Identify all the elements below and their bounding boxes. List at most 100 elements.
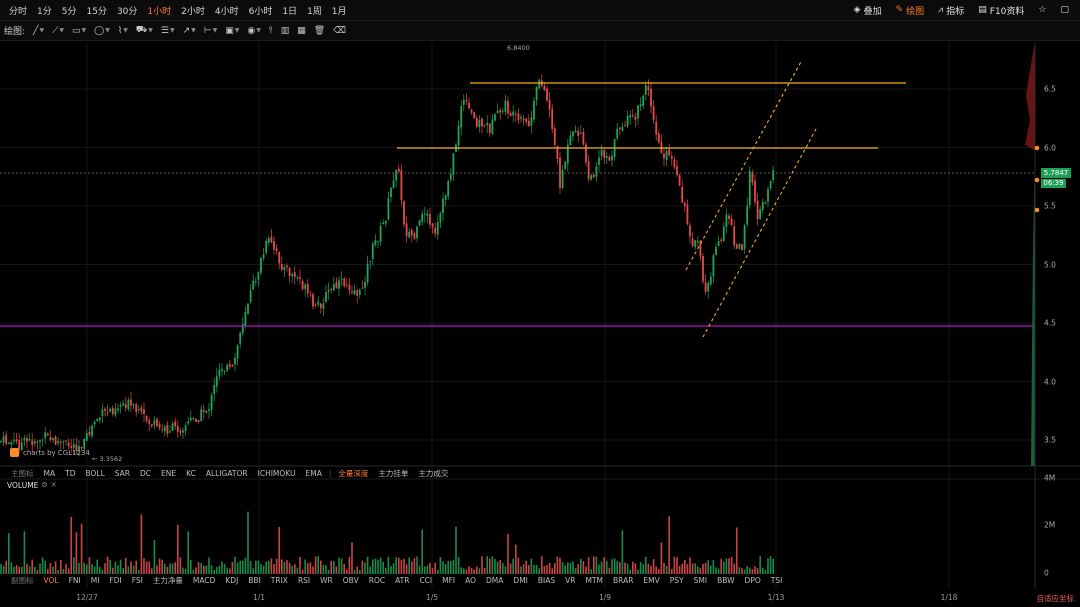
main-indicator-6[interactable]: ENE [156, 469, 181, 478]
price-tick: 4.5 [1044, 318, 1056, 328]
candle-body [473, 112, 476, 118]
sub-indicator-3[interactable]: MI [86, 576, 105, 585]
volume-bar [275, 558, 278, 574]
trendline-tool[interactable]: ╱ ▼ [29, 26, 48, 36]
sub-indicator-29[interactable]: DPO [740, 576, 766, 585]
arrow-tool[interactable]: ↗ ▼ [179, 26, 200, 36]
chart-type-tool[interactable]: ▥ [277, 26, 294, 36]
eraser-tool[interactable]: ⌫ [329, 26, 350, 36]
sub-indicator-5[interactable]: FSI [127, 576, 148, 585]
f10-button[interactable]: ▤ F10资料 [971, 4, 1031, 17]
candle-body [546, 88, 548, 101]
sub-indicator-15[interactable]: ATR [390, 576, 414, 585]
pattern-tool[interactable]: ⌇ ▼ [114, 26, 132, 36]
sub-indicator-10[interactable]: TRIX [266, 576, 293, 585]
sub-indicator-9[interactable]: BBI [243, 576, 266, 585]
sub-indicator-21[interactable]: BIAS [533, 576, 560, 585]
timeframe-3[interactable]: 15分 [81, 4, 111, 17]
magnet-tool[interactable]: ⫯ [265, 26, 277, 36]
timeframe-11[interactable]: 1月 [327, 4, 352, 17]
sub-indicator-30[interactable]: TSI [766, 576, 788, 585]
volume-bar [689, 557, 691, 574]
main-indicator-3[interactable]: BOLL [80, 469, 109, 478]
candle-body [527, 120, 530, 127]
visibility-tool[interactable]: ◉ ▼ [243, 26, 264, 36]
settings-icon[interactable]: ⚙ [41, 481, 47, 490]
document-icon: ▤ [978, 5, 987, 15]
sub-indicator-7[interactable]: MACD [188, 576, 220, 585]
ellipse-tool[interactable]: ◯ ▼ [90, 26, 114, 36]
volume-bar [762, 567, 764, 574]
sub-indicator-14[interactable]: ROC [364, 576, 390, 585]
timeframe-0[interactable]: 分时 [4, 4, 32, 17]
autoscale-button[interactable]: 自适应坐标 [1037, 593, 1075, 604]
sub-indicator-28[interactable]: BBW [712, 576, 739, 585]
sub-indicator-6[interactable]: 主力净量 [148, 575, 188, 586]
sub-indicator-20[interactable]: DMI [508, 576, 532, 585]
timeframe-4[interactable]: 30分 [112, 4, 142, 17]
sub-indicator-0[interactable]: 副图标 [6, 575, 39, 586]
main-indicator-2[interactable]: TD [60, 469, 80, 478]
timeframe-2[interactable]: 5分 [57, 4, 82, 17]
candle-body [304, 284, 307, 290]
delete-tool[interactable]: 🗑 [310, 26, 329, 36]
favorite-button[interactable]: ☆ [1031, 5, 1053, 15]
timeframe-1[interactable]: 1分 [32, 4, 57, 17]
ray-tool[interactable]: ⟋ ▼ [48, 26, 68, 36]
sub-indicator-2[interactable]: FNI [64, 576, 86, 585]
measure-tool[interactable]: ⊢ ▼ [200, 26, 221, 36]
main-indicator-8[interactable]: ALLIGATOR [201, 469, 253, 478]
sub-indicator-19[interactable]: DMA [481, 576, 508, 585]
timeframe-5[interactable]: 1小时 [142, 4, 176, 17]
volume-bar [210, 565, 213, 574]
date-axis[interactable]: 12/27 1/1 1/5 1/9 1/13 1/18 [0, 588, 1035, 607]
sub-indicator-26[interactable]: PSY [665, 576, 689, 585]
main-indicator-1[interactable]: MA [39, 469, 61, 478]
timeframe-7[interactable]: 4小时 [210, 4, 244, 17]
projection-tool[interactable]: ⛟ ▼ [132, 25, 157, 36]
sub-indicator-11[interactable]: RSI [293, 576, 315, 585]
sub-indicator-16[interactable]: CCI [414, 576, 437, 585]
sub-indicator-24[interactable]: BRAR [608, 576, 638, 585]
fibonacci-tool[interactable]: ☰ ▼ [157, 26, 179, 36]
candle-body [335, 282, 338, 288]
volume-bar [161, 559, 163, 574]
overlay-button[interactable]: ◈ 叠加 [847, 4, 889, 17]
sub-indicator-23[interactable]: MTM [580, 576, 608, 585]
sub-indicator-22[interactable]: VR [560, 576, 580, 585]
sub-indicator-13[interactable]: OBV [338, 576, 364, 585]
candle-body [299, 277, 301, 279]
main-indicator-7[interactable]: KC [181, 469, 201, 478]
sub-indicator-25[interactable]: EMV [638, 576, 664, 585]
main-indicator-12[interactable]: 全量深度 [333, 468, 373, 479]
main-indicator-14[interactable]: 主力成交 [413, 468, 453, 479]
main-indicator-0[interactable]: 主图标 [6, 468, 39, 479]
timeframe-6[interactable]: 2小时 [176, 4, 210, 17]
price-chart[interactable] [0, 42, 1080, 597]
timeframe-8[interactable]: 6小时 [244, 4, 278, 17]
sub-indicator-18[interactable]: AO [460, 576, 481, 585]
sub-indicator-4[interactable]: FDI [104, 576, 126, 585]
timeframe-9[interactable]: 1日 [277, 4, 302, 17]
sub-indicator-1[interactable]: VOL [39, 576, 64, 585]
sub-indicator-8[interactable]: KDJ [220, 576, 243, 585]
annotation-tool[interactable]: ▣ ▼ [221, 26, 243, 36]
main-indicator-5[interactable]: DC [135, 469, 156, 478]
volume-bar [470, 567, 473, 574]
timeframe-10[interactable]: 1周 [302, 4, 327, 17]
draw-button[interactable]: ✎ 绘图 [889, 4, 932, 17]
volume-bar [515, 544, 517, 574]
rectangle-tool[interactable]: ▭ ▼ [68, 26, 90, 36]
close-icon[interactable]: ✕ [51, 481, 57, 490]
main-indicator-9[interactable]: ICHIMOKU [253, 469, 301, 478]
main-indicator-4[interactable]: SAR [110, 469, 135, 478]
sub-indicator-17[interactable]: MFI [437, 576, 460, 585]
sub-indicator-27[interactable]: SMI [689, 576, 712, 585]
main-indicator-10[interactable]: EMA [301, 469, 327, 478]
volume-bar [91, 564, 93, 574]
fullscreen-button[interactable]: ▢ [1053, 5, 1076, 15]
indicators-button[interactable]: ⩘ 指标 [931, 4, 971, 17]
bar-chart-tool[interactable]: ▦ [293, 26, 310, 36]
main-indicator-13[interactable]: 主力挂单 [373, 468, 413, 479]
sub-indicator-12[interactable]: WR [315, 576, 338, 585]
